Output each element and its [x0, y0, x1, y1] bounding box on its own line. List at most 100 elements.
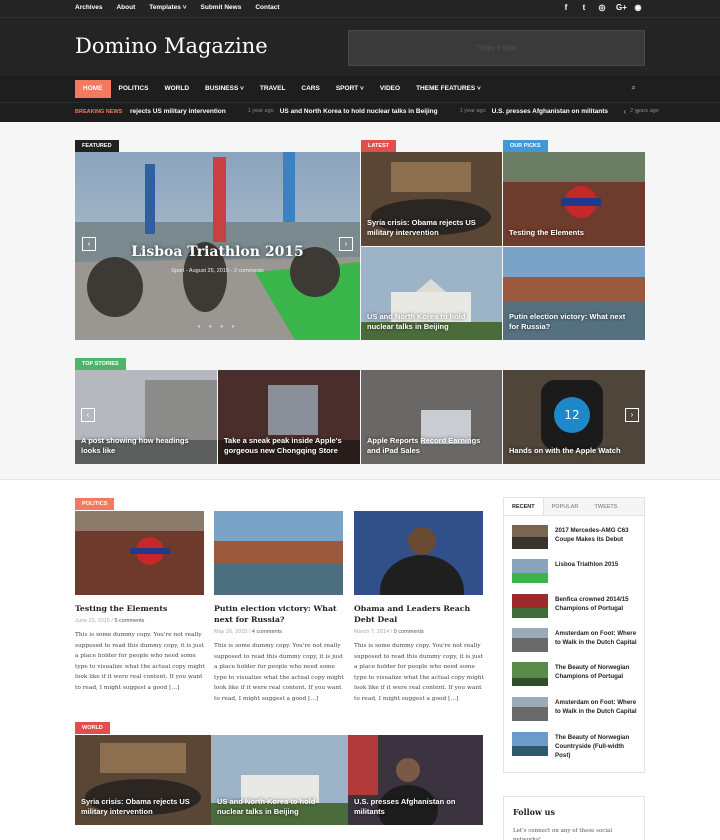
top-story[interactable]: 12 › Hands on with the Apple Watch [503, 370, 645, 464]
top-links: Archives About Templates ˅ Submit News C… [75, 4, 280, 11]
post-image [214, 511, 343, 595]
latest-item-title[interactable]: US and North Korea to hold nuclear talks… [367, 312, 494, 332]
top-link-submit-news[interactable]: Submit News [201, 4, 242, 11]
top-link-contact[interactable]: Contact [255, 4, 279, 11]
ticker-item[interactable]: US and North Korea to hold nuclear talks… [280, 108, 438, 115]
ticker-arrows[interactable]: ‹ › [623, 107, 643, 116]
world-item[interactable]: Syria crisis: Obama rejects US military … [75, 735, 211, 825]
top-story-title[interactable]: A post showing how headings looks like [81, 436, 209, 456]
pick-item-title[interactable]: Testing the Elements [509, 228, 637, 238]
politics-badge: POLITICS [75, 498, 115, 510]
featured-meta: Sport - August 25, 2015 - 2 comments [171, 268, 264, 274]
recent-item[interactable]: The Beauty of Norwegian Champions of Por… [512, 662, 640, 688]
tab-recent[interactable]: RECENT [504, 498, 544, 515]
recent-title[interactable]: Benfica crowned 2014/15 Champions of Por… [555, 595, 640, 613]
top-stories-prev-button[interactable]: ‹ [81, 408, 95, 422]
latest-item-title[interactable]: Syria crisis: Obama rejects US military … [367, 218, 494, 238]
latest-item[interactable]: Syria crisis: Obama rejects US military … [361, 152, 502, 246]
recent-item[interactable]: Amsterdam on Foot: Where to Walk in the … [512, 697, 640, 723]
top-bar: Archives About Templates ˅ Submit News C… [0, 0, 720, 18]
top-link-about[interactable]: About [116, 4, 135, 11]
world-item-title[interactable]: Syria crisis: Obama rejects US military … [81, 797, 203, 817]
post-title[interactable]: Obama and Leaders Reach Debt Deal [354, 603, 484, 625]
top-story-title[interactable]: Take a sneak peak inside Apple's gorgeou… [224, 436, 352, 456]
top-story-title[interactable]: Apple Reports Record Earnings and iPad S… [367, 436, 494, 456]
recent-title[interactable]: The Beauty of Norwegian Champions of Por… [555, 663, 640, 681]
recent-title[interactable]: Amsterdam on Foot: Where to Walk in the … [555, 629, 640, 647]
recent-item[interactable]: Lisboa Triathlon 2015 [512, 559, 640, 585]
world-item-title[interactable]: U.S. presses Afghanistan on militants [354, 797, 475, 817]
pick-item-title[interactable]: Putin election victory: What next for Ru… [509, 312, 637, 332]
nav-sport[interactable]: SPORT ˅ [328, 80, 372, 98]
top-stories-badge: TOP STORIES [75, 358, 126, 370]
latest-item[interactable]: US and North Korea to hold nuclear talks… [361, 247, 502, 340]
pick-item[interactable]: Testing the Elements [503, 152, 645, 246]
pick-item[interactable]: Putin election victory: What next for Ru… [503, 247, 645, 340]
latest-badge: LATEST [361, 140, 396, 152]
post-comments[interactable]: 5 comments [114, 618, 144, 624]
post-title[interactable]: Testing the Elements [75, 603, 205, 614]
post-comments[interactable]: 0 comments [394, 629, 424, 635]
recent-thumb [512, 662, 548, 686]
ticker-item[interactable]: rejects US military intervention [130, 108, 226, 115]
recent-item[interactable]: Amsterdam on Foot: Where to Walk in the … [512, 628, 640, 654]
rss-icon[interactable]: ◉ [634, 3, 642, 12]
recent-title[interactable]: Lisboa Triathlon 2015 [555, 560, 618, 569]
tab-popular[interactable]: POPULAR [544, 498, 587, 515]
post-thumbnail[interactable] [354, 511, 483, 595]
post-meta: June 23, 2015 / 5 comments [75, 618, 145, 624]
post-title[interactable]: Putin election victory: What next for Ru… [214, 603, 344, 625]
facebook-icon[interactable]: f [562, 3, 570, 12]
nav-business[interactable]: BUSINESS ˅ [197, 80, 252, 98]
slider-dots[interactable]: ● ● ● ● [75, 324, 360, 330]
top-story-title[interactable]: Hands on with the Apple Watch [509, 446, 637, 456]
top-story[interactable]: Take a sneak peak inside Apple's gorgeou… [218, 370, 360, 464]
page: Archives About Templates ˅ Submit News C… [0, 0, 720, 840]
post-date: March 7, 2014 [354, 629, 390, 635]
nav-home[interactable]: HOME [75, 80, 111, 98]
google-plus-icon[interactable]: G+ [616, 3, 627, 12]
top-story[interactable]: Apple Reports Record Earnings and iPad S… [361, 370, 502, 464]
post-excerpt: This is some dummy copy. You're not real… [214, 643, 344, 702]
recent-item[interactable]: Benfica crowned 2014/15 Champions of Por… [512, 594, 640, 620]
breaking-news-ticker: BREAKING NEWS rejects US military interv… [0, 102, 720, 122]
ticker-item[interactable]: U.S. presses Afghanistan on militants [492, 108, 608, 115]
ad-banner[interactable]: 728px x 90px [348, 30, 645, 66]
featured-prev-button[interactable]: ‹ [82, 237, 96, 251]
featured-slide[interactable]: Lisboa Triathlon 2015 Sport - August 25,… [75, 152, 360, 340]
featured-title[interactable]: Lisboa Triathlon 2015 [75, 244, 360, 260]
post-comments[interactable]: 4 comments [252, 629, 282, 635]
twitter-icon[interactable]: t [580, 3, 588, 12]
instagram-icon[interactable]: ◎ [598, 3, 606, 12]
top-link-archives[interactable]: Archives [75, 4, 102, 11]
follow-widget: Follow us Let's connect on any of these … [503, 796, 645, 840]
tab-tweets[interactable]: TWEETS [587, 498, 626, 515]
world-item[interactable]: US and North Korea to hold nuclear talks… [211, 735, 348, 825]
nav-politics[interactable]: POLITICS [111, 80, 157, 98]
recent-item[interactable]: The Beauty of Norwegian Countryside (Ful… [512, 732, 640, 760]
recent-title[interactable]: 2017 Mercedes-AMG C63 Coupe Makes its De… [555, 526, 640, 544]
post-excerpt: This is some dummy copy. You're not real… [75, 632, 205, 691]
recent-item[interactable]: 2017 Mercedes-AMG C63 Coupe Makes its De… [512, 525, 640, 551]
top-link-templates[interactable]: Templates ˅ [149, 4, 186, 11]
nav-theme-features[interactable]: THEME FEATURES ˅ [408, 80, 489, 98]
post-thumbnail[interactable] [75, 511, 204, 595]
top-story[interactable]: ‹ A post showing how headings looks like [75, 370, 217, 464]
site-title[interactable]: Domino Magazine [75, 34, 268, 58]
world-item[interactable]: U.S. presses Afghanistan on militants [348, 735, 483, 825]
post-thumbnail[interactable] [214, 511, 343, 595]
recent-title[interactable]: The Beauty of Norwegian Countryside (Ful… [555, 733, 640, 760]
nav-travel[interactable]: TRAVEL [252, 80, 294, 98]
world-badge: WORLD [75, 722, 110, 734]
nav-video[interactable]: VIDEO [372, 80, 408, 98]
recent-title[interactable]: Amsterdam on Foot: Where to Walk in the … [555, 698, 640, 716]
post-excerpt: This is some dummy copy. You're not real… [354, 643, 484, 702]
top-stories-next-button[interactable]: › [625, 408, 639, 422]
search-icon[interactable]: ⌕ [632, 83, 636, 93]
ticker-time: 1 year ago [247, 108, 274, 114]
nav-world[interactable]: WORLD [156, 80, 197, 98]
featured-next-button[interactable]: › [339, 237, 353, 251]
nav-cars[interactable]: CARS [293, 80, 327, 98]
world-item-title[interactable]: US and North Korea to hold nuclear talks… [217, 797, 340, 817]
recent-thumb [512, 732, 548, 756]
